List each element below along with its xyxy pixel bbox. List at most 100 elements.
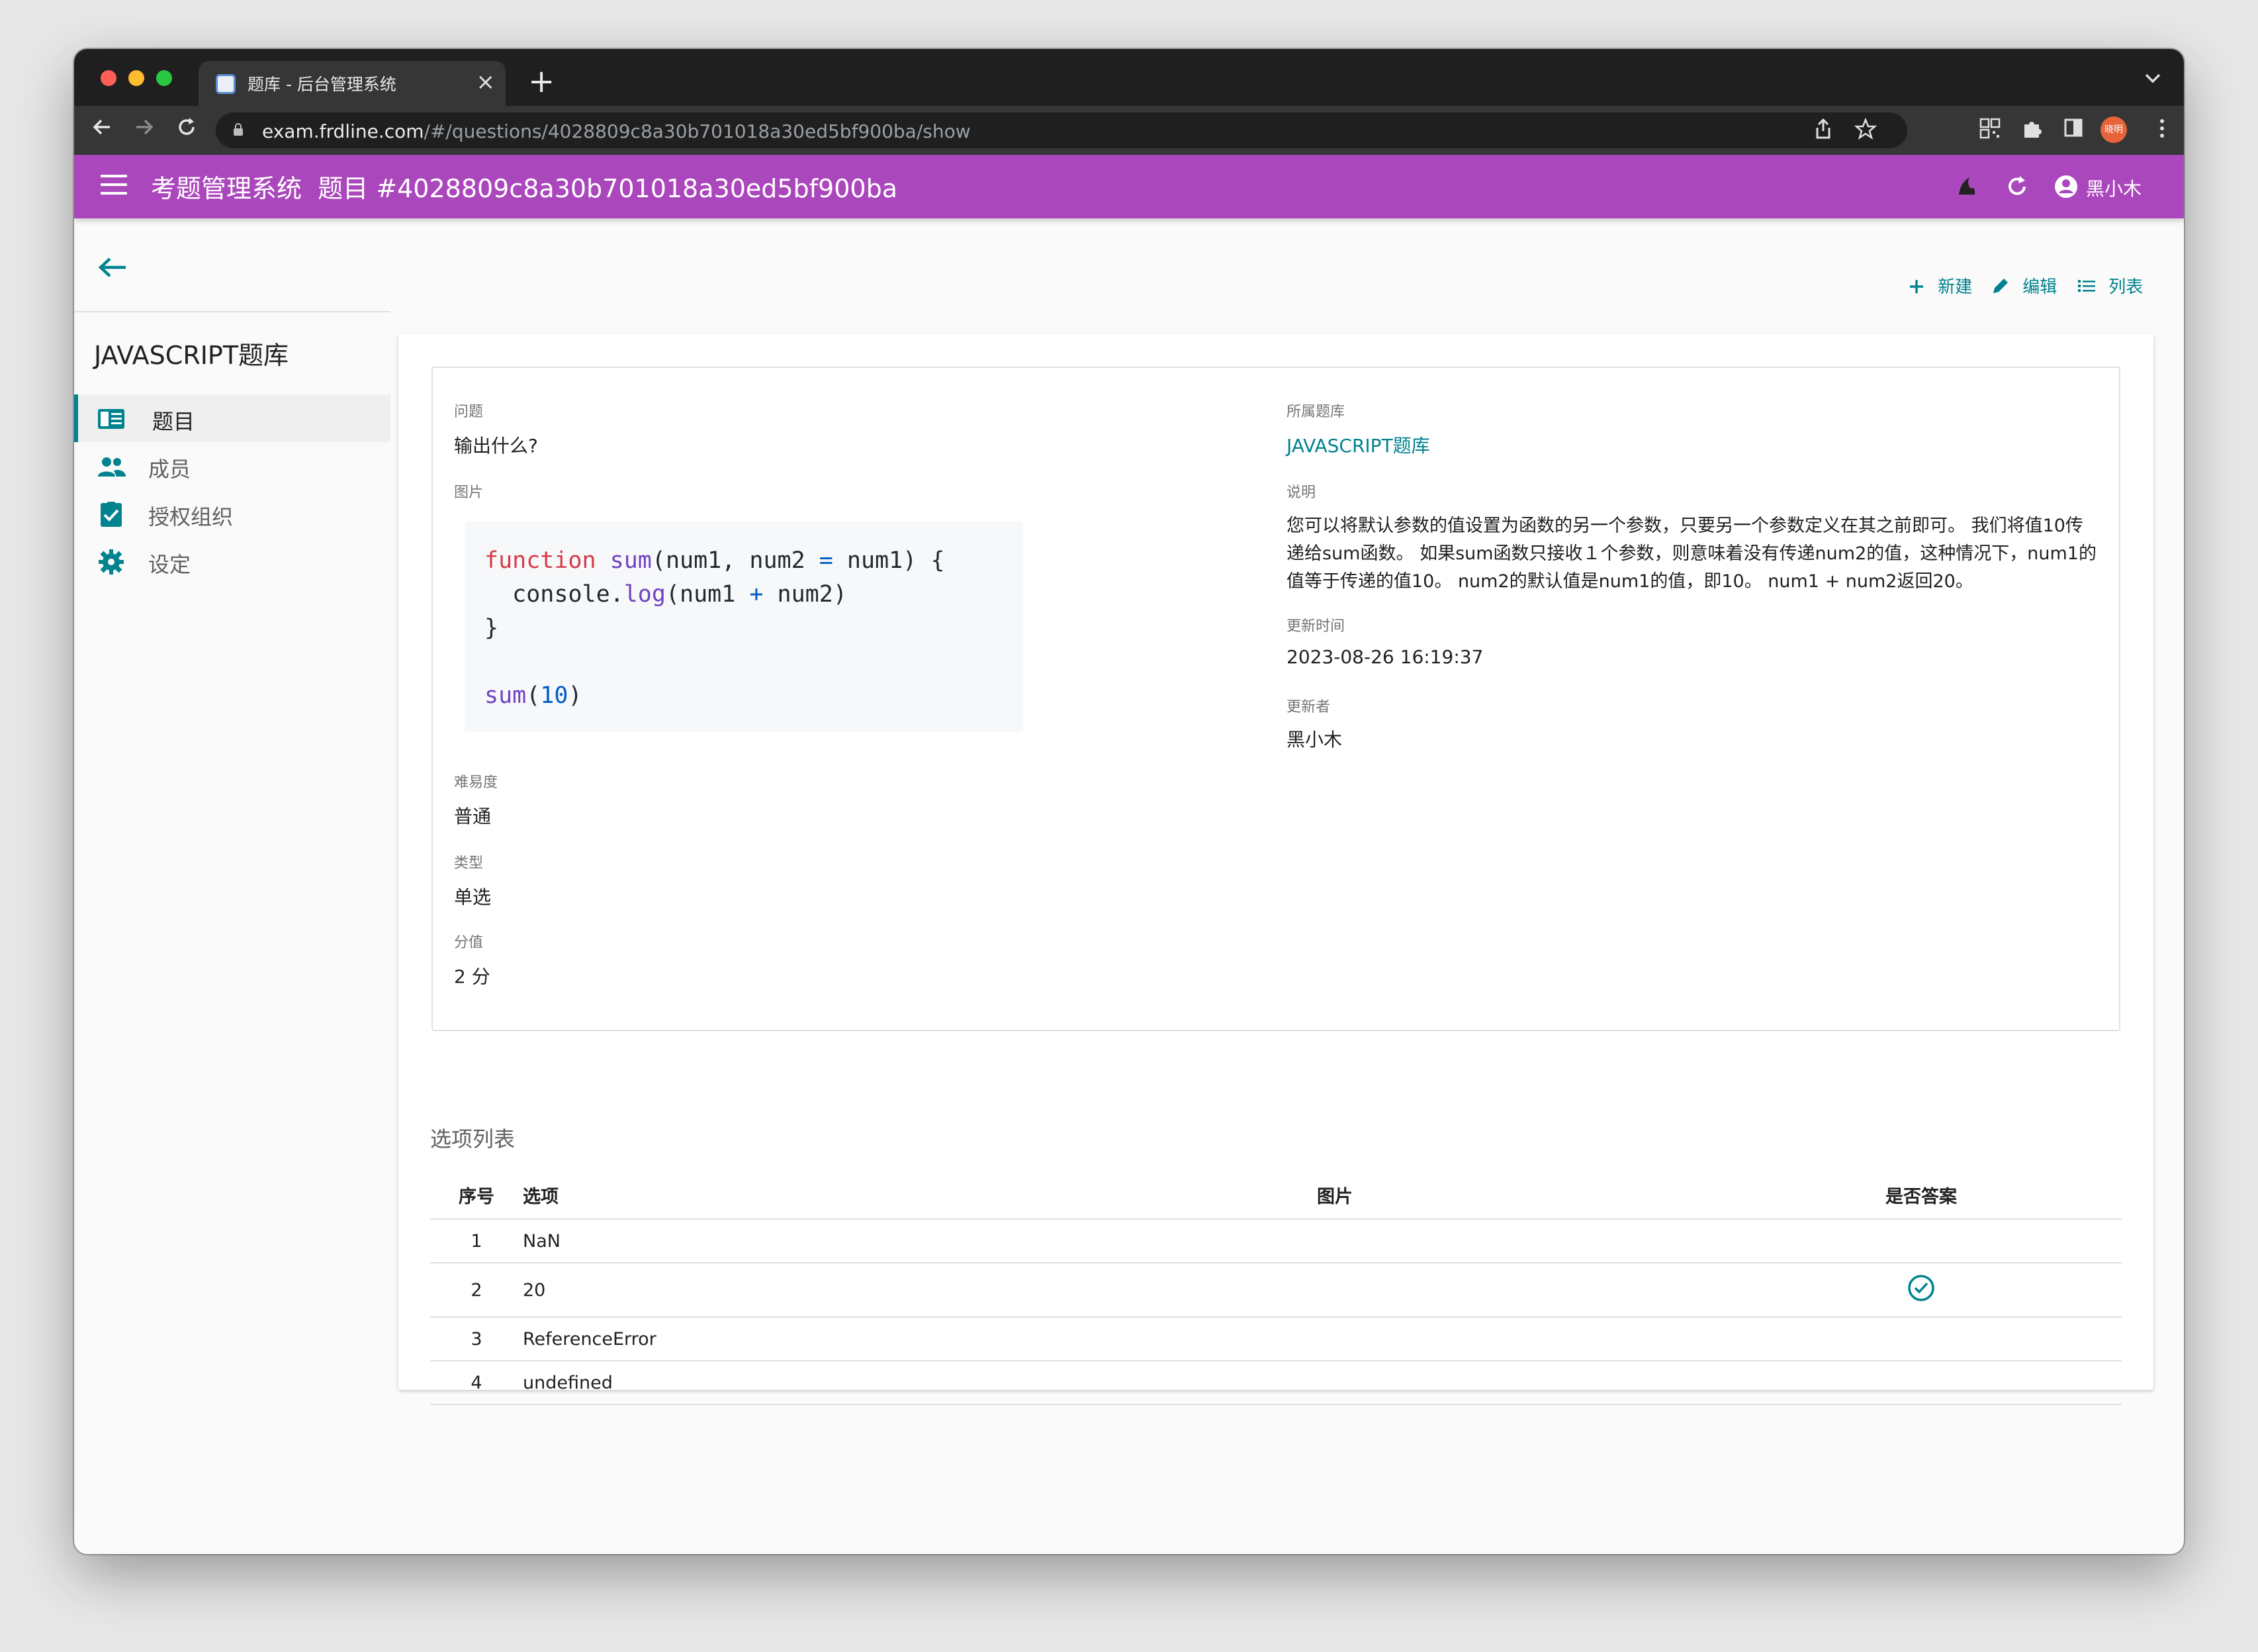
row-image: [1317, 1317, 1721, 1361]
list-button[interactable]: 列表: [2077, 271, 2143, 303]
question-value: 输出什么?: [454, 435, 538, 457]
check-circle-icon: [1908, 1274, 1934, 1301]
account-circle-icon[interactable]: [2052, 172, 2081, 201]
browser-window: 题库 - 后台管理系统 × + exam.frdline.com/#/quest…: [74, 49, 2184, 1554]
row-index: 3: [430, 1317, 523, 1361]
side-panel-icon[interactable]: [2061, 118, 2086, 143]
tab-search-chevron-icon[interactable]: [2144, 66, 2161, 89]
record-title: 题目 #4028809c8a30b701018a30ed5bf900ba: [318, 174, 897, 203]
edit-button-label: 编辑: [2022, 277, 2057, 297]
reload-icon[interactable]: [175, 115, 199, 147]
edit-button[interactable]: 编辑: [1991, 271, 2057, 303]
theme-toggle-icon[interactable]: [1952, 172, 1981, 201]
row-image: [1317, 1219, 1721, 1263]
back-nav-icon[interactable]: [90, 115, 114, 147]
question-fields-panel: 问题 输出什么? 图片 function sum(num1, num2 = nu…: [431, 367, 2120, 1031]
difficulty-label: 难易度: [454, 774, 498, 791]
image-label: 图片: [454, 484, 484, 501]
create-button[interactable]: 新建: [1907, 271, 1972, 303]
table-row[interactable]: 3 ReferenceError: [430, 1317, 2122, 1361]
explain-value: 您可以将默认参数的值设置为函数的另一个参数，只要另一个参数定义在其之前即可。 我…: [1287, 516, 2097, 592]
question-label: 问题: [454, 404, 484, 420]
bookmark-star-icon[interactable]: [1853, 117, 1878, 143]
favicon-icon: [216, 74, 236, 94]
row-answer: [1721, 1361, 2122, 1405]
row-index: 1: [430, 1219, 523, 1263]
sidebar-item-members[interactable]: 成员: [74, 442, 390, 490]
header-image[interactable]: 图片: [1317, 1171, 1721, 1220]
bank-link[interactable]: JAVASCRIPT题库: [1287, 432, 1430, 458]
extensions-puzzle-icon[interactable]: [2020, 118, 2045, 143]
maximize-window-button[interactable]: [156, 70, 172, 86]
row-option: undefined: [523, 1361, 1317, 1405]
sidebar-item-label: 授权组织: [148, 504, 234, 529]
browser-tab[interactable]: 题库 - 后台管理系统 ×: [199, 61, 506, 106]
profile-avatar[interactable]: 晓明: [2100, 116, 2127, 143]
updater-value: 黑小木: [1287, 729, 1343, 751]
list-button-label: 列表: [2108, 277, 2144, 297]
menu-icon[interactable]: [101, 175, 127, 197]
row-answer: [1721, 1263, 2122, 1318]
tab-strip: 题库 - 后台管理系统 × +: [74, 49, 2184, 106]
gear-icon: [99, 549, 124, 574]
code-line: console.log(num1 + num2): [512, 581, 847, 608]
row-image: [1317, 1263, 1721, 1318]
sidebar-item-orgs[interactable]: 授权组织: [74, 490, 390, 537]
list-icon: [2078, 280, 2095, 292]
row-index: 4: [430, 1361, 523, 1405]
app-bar: 考题管理系统 题目 #4028809c8a30b701018a30ed5bf90…: [74, 155, 2184, 218]
row-option: ReferenceError: [523, 1317, 1317, 1361]
people-icon: [98, 457, 126, 477]
row-index: 2: [430, 1263, 523, 1318]
close-window-button[interactable]: [101, 70, 116, 86]
table-header-row: 序号 选项 图片 是否答案: [430, 1171, 2122, 1220]
updater-label: 更新者: [1287, 699, 1331, 715]
url-path: /#/questions/4028809c8a30b701018a30ed5bf…: [424, 120, 971, 142]
address-bar-row: exam.frdline.com/#/questions/4028809c8a3…: [74, 106, 2184, 155]
share-icon[interactable]: [1811, 118, 1836, 143]
table-row[interactable]: 1 NaN: [430, 1219, 2122, 1263]
minimize-window-button[interactable]: [128, 70, 144, 86]
new-tab-button[interactable]: +: [528, 65, 555, 98]
difficulty-value: 普通: [454, 805, 492, 827]
type-value: 单选: [454, 886, 492, 908]
explain-label: 说明: [1287, 484, 1316, 501]
header-option[interactable]: 选项: [523, 1171, 1317, 1220]
code-line: sum(10): [484, 682, 582, 709]
table-row[interactable]: 2 20: [430, 1263, 2122, 1318]
url-text: exam.frdline.com/#/questions/4028809c8a3…: [262, 120, 971, 142]
url-bar[interactable]: exam.frdline.com/#/questions/4028809c8a3…: [216, 113, 1907, 148]
qr-code-icon[interactable]: [1977, 118, 2003, 143]
user-name[interactable]: 黑小木: [2086, 175, 2142, 201]
create-button-label: 新建: [1938, 277, 1973, 297]
sidebar-title: JAVASCRIPT题库: [94, 341, 289, 370]
updated-value: 2023-08-26 16:19:37: [1287, 646, 1484, 668]
question-list-icon: [98, 409, 124, 429]
refresh-icon[interactable]: [2003, 172, 2032, 201]
sidebar-item-settings[interactable]: 设定: [74, 537, 390, 585]
tab-close-button[interactable]: ×: [476, 68, 496, 97]
sidebar-item-label: 题目: [152, 409, 195, 434]
plus-icon: [1910, 280, 1923, 293]
page-title: 考题管理系统 题目 #4028809c8a30b701018a30ed5bf90…: [151, 168, 897, 205]
table-row[interactable]: 4 undefined: [430, 1361, 2122, 1405]
sidebar-item-questions[interactable]: 题目: [74, 394, 390, 442]
type-label: 类型: [454, 855, 484, 872]
pencil-icon: [1993, 279, 2008, 293]
arrow-left-icon: [98, 257, 126, 277]
row-image: [1317, 1361, 1721, 1405]
row-answer: [1721, 1219, 2122, 1263]
tab-title: 题库 - 后台管理系统: [248, 75, 396, 94]
header-index[interactable]: 序号: [430, 1171, 523, 1220]
forward-nav-icon[interactable]: [132, 115, 156, 147]
bank-label: 所属题库: [1287, 404, 1345, 420]
back-button[interactable]: [95, 254, 130, 281]
lock-icon: [234, 123, 243, 136]
question-code-image: function sum(num1, num2 = num1) { consol…: [465, 522, 1023, 732]
sidebar-item-label: 成员: [148, 457, 191, 482]
more-menu-icon[interactable]: [2149, 118, 2175, 143]
options-title: 选项列表: [430, 1126, 516, 1152]
header-answer[interactable]: 是否答案: [1721, 1171, 2122, 1220]
code-line: function sum(num1, num2 = num1) {: [484, 547, 945, 574]
